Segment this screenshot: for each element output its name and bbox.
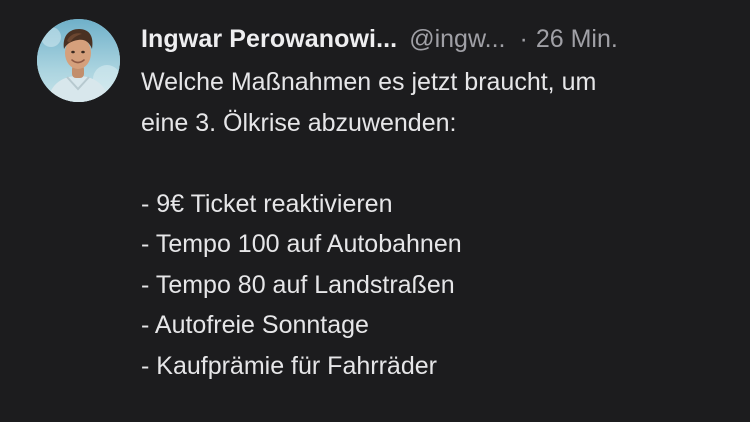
text-line: eine 3. Ölkrise abzuwenden:: [141, 108, 457, 137]
list-item: - Kaufprämie für Fahrräder: [141, 351, 437, 380]
post-header: Ingwar Perowanowi... @ingw... · 26 Min.: [141, 22, 618, 56]
avatar[interactable]: [37, 19, 120, 102]
list-item: - Tempo 100 auf Autobahnen: [141, 230, 462, 258]
meta-separator: ·: [519, 25, 528, 53]
post-text: Welche Maßnahmen es jetzt braucht, um ei…: [141, 62, 731, 386]
list-item: - 9€ Ticket reaktivieren: [141, 189, 393, 218]
list-item: - Autofreie Sonntage: [141, 311, 369, 339]
post-card[interactable]: Ingwar Perowanowi... @ingw... · 26 Min. …: [0, 0, 750, 422]
text-line: Welche Maßnahmen es jetzt braucht, um: [141, 68, 597, 96]
author-name[interactable]: Ingwar Perowanowi...: [141, 22, 397, 56]
list-item: - Tempo 80 auf Landstraßen: [141, 270, 455, 299]
author-handle[interactable]: @ingw...: [409, 22, 505, 56]
post-timestamp[interactable]: 26 Min.: [536, 22, 618, 56]
user-avatar-photo-icon: [37, 19, 120, 102]
